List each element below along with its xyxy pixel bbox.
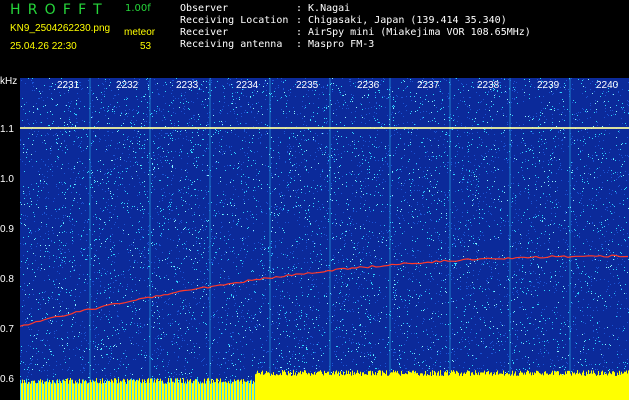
receiver-value: : AirSpy mini (Miakejima VOR 108.65MHz): [296, 27, 531, 38]
time-tick-2237: 2237: [417, 80, 440, 91]
date-time: 25.04.26 22:30: [10, 41, 77, 52]
time-tick-2234: 2234: [236, 80, 259, 91]
y-tick-0-9: 0.9: [0, 224, 14, 235]
time-tick-2235: 2235: [296, 80, 319, 91]
y-tick-0-7: 0.7: [0, 324, 14, 335]
location-value: : Chigasaki, Japan (139.414 35.340): [296, 15, 507, 26]
receiver-label: Receiver: [180, 27, 229, 38]
meteor-count: 53: [140, 41, 152, 52]
meteor-label: meteor: [124, 27, 156, 38]
y-tick-1-1: 1.1: [0, 124, 14, 135]
time-tick-2239: 2239: [537, 80, 560, 91]
header-panel: HROFFT 1.00f KN9_2504262230.png 25.04.26…: [0, 0, 629, 78]
time-tick-2240: 2240: [596, 80, 619, 91]
app-title: HROFFT: [10, 2, 109, 18]
antenna-value: : Maspro FM-3: [296, 39, 375, 50]
spectrogram-canvas: [20, 78, 629, 400]
location-label: Receiving Location: [180, 15, 289, 26]
y-tick-0-6: 0.6: [0, 374, 14, 385]
y-tick-0-8: 0.8: [0, 274, 14, 285]
time-tick-2231: 2231: [57, 80, 80, 91]
app-version: 1.00f: [125, 3, 151, 14]
time-tick-2233: 2233: [176, 80, 199, 91]
time-tick-2236: 2236: [357, 80, 380, 91]
y-tick-1-0: 1.0: [0, 174, 14, 185]
observer-label: Observer: [180, 3, 229, 14]
file-name: KN9_2504262230.png: [10, 23, 111, 34]
time-tick-2238: 2238: [477, 80, 500, 91]
time-tick-2232: 2232: [116, 80, 139, 91]
spectrogram-plot: [20, 78, 629, 400]
antenna-label: Receiving antenna: [180, 39, 283, 50]
observer-value: : K.Nagai: [296, 3, 351, 14]
frequency-unit-label: kHz: [0, 76, 18, 87]
